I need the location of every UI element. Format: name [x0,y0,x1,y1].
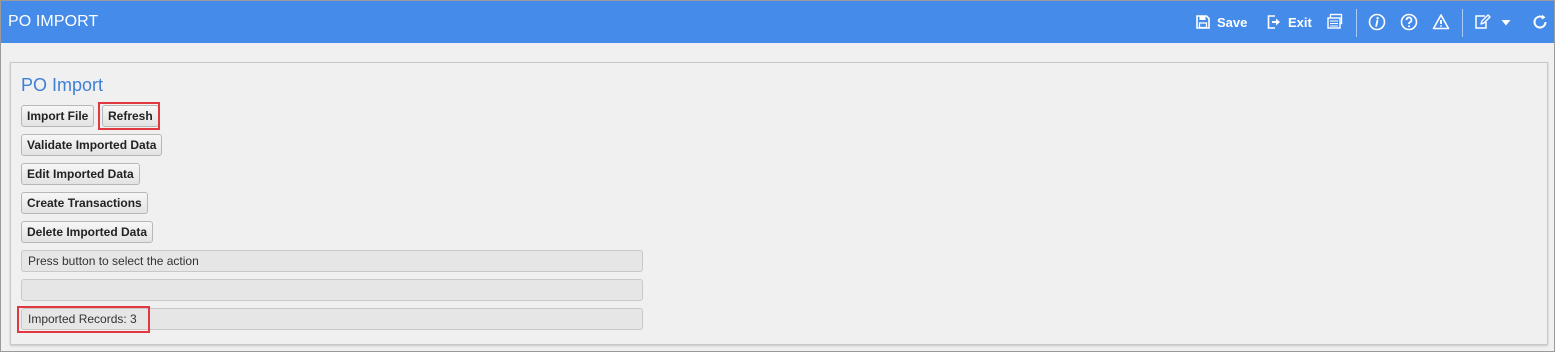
delete-imported-data-button[interactable]: Delete Imported Data [21,221,154,243]
help-icon[interactable] [1400,13,1418,31]
info-icon[interactable] [1368,13,1386,31]
edit-imported-data-button[interactable]: Edit Imported Data [21,163,140,185]
po-import-window: PO IMPORT Save Exit PO Import Import Fil… [0,0,1555,352]
save-button[interactable]: Save [1195,13,1247,31]
status-message-field: Press button to select the action [21,250,643,272]
save-label: Save [1217,14,1248,30]
toolbar-divider [1356,9,1357,37]
exit-label: Exit [1288,14,1312,30]
toolbar-divider [1462,9,1463,37]
secondary-status-field [21,279,643,301]
create-transactions-button[interactable]: Create Transactions [21,192,148,214]
page-title: PO IMPORT [8,13,99,30]
edit-icon[interactable] [1473,13,1491,31]
exit-icon [1266,14,1282,30]
panel-title: PO Import [21,75,104,95]
import-file-button[interactable]: Import File [21,105,95,127]
title-bar: PO IMPORT Save Exit [1,1,1554,43]
dropdown-caret-icon[interactable] [1500,13,1512,31]
exit-button[interactable]: Exit [1266,13,1312,31]
imported-records-field: Imported Records: 3 [21,308,643,330]
refresh-icon[interactable] [1531,13,1549,31]
po-import-panel: PO Import Import File Refresh Validate I… [10,62,1548,345]
warning-icon[interactable] [1432,13,1450,31]
print-icon[interactable] [1326,13,1344,31]
validate-imported-data-button[interactable]: Validate Imported Data [21,134,163,156]
save-icon [1195,14,1211,30]
refresh-button[interactable]: Refresh [102,105,159,127]
